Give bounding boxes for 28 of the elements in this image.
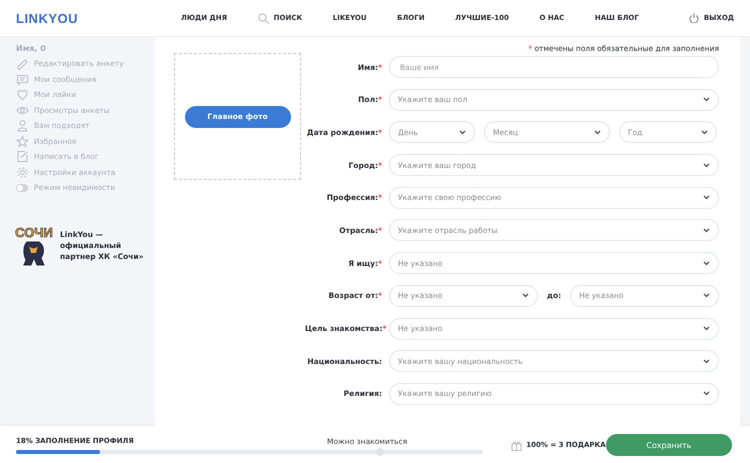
toggle-switch[interactable] [16, 184, 28, 192]
gear-icon [16, 166, 29, 179]
chevron-down-icon [703, 293, 710, 298]
chevron-down-icon [522, 293, 529, 298]
partner-logo-text: СОЧИ [15, 226, 53, 240]
save-button[interactable]: Сохранить [606, 434, 732, 456]
chevron-down-icon [703, 195, 710, 200]
gift-icon [511, 440, 522, 450]
chevron-down-icon [703, 162, 710, 168]
chevron-down-icon [459, 130, 466, 135]
chevron-down-icon [703, 260, 710, 266]
power-icon [688, 13, 699, 23]
chevron-down-icon [703, 391, 710, 396]
person-icon [16, 119, 29, 132]
message-icon [16, 72, 29, 86]
chevron-down-icon [701, 130, 708, 135]
chevron-down-icon [703, 228, 710, 233]
chevron-down-icon [594, 130, 601, 135]
chevron-down-icon [703, 97, 710, 102]
logo[interactable]: LINKYOU [16, 10, 181, 26]
user-name: Имя, 0 [16, 44, 47, 53]
note-icon [16, 150, 29, 164]
pencil-icon [16, 57, 29, 70]
chevron-down-icon [703, 358, 710, 364]
search-icon [258, 12, 269, 24]
star-icon [16, 134, 29, 148]
chevron-down-icon [703, 326, 710, 331]
heart-icon [16, 88, 29, 102]
